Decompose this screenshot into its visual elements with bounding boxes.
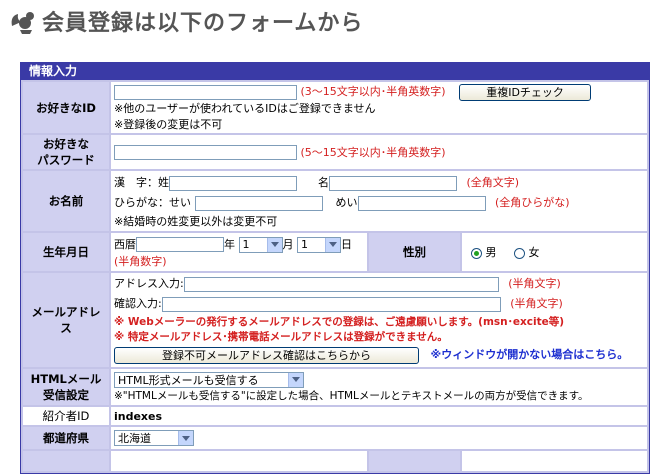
id-hint: (3～15文字以内･半角英数字) [300,85,446,98]
id-note-1: ※他のユーザーが使われているIDはご登録できません [114,102,376,115]
password-hint: (5～15文字以内･半角英数字) [300,145,446,159]
gender-female-radio[interactable] [514,247,525,259]
birthday-label: 生年月日 [23,233,109,271]
birth-year-input[interactable] [136,237,224,252]
name-note: ※結婚時の姓変更以外は変更不可 [114,215,278,228]
year-label: 年 [224,237,235,251]
email-confirm-hint: (半角文字) [510,297,563,310]
email-confirm-label: 確認入力: [114,297,162,310]
page-header: 会員登録は以下のフォームから [8,4,363,38]
kanji-mei-label: 名 [318,176,329,189]
birthday-cell: 西暦年 1月 1日 (半角数字) [111,233,367,271]
email-warning-2: ※ 特定メールアドレス･携帯電話メールアドレスは登録ができません。 [114,331,448,343]
chevron-down-icon [178,431,193,445]
id-input[interactable] [114,84,297,100]
referrer-label: 紹介者ID [23,407,109,425]
name-cell: 漢 字：姓 名 (全角文字) ひらがな：せい めい (全角ひらがな) ※結婚時の… [111,171,647,231]
html-mail-label-line1: HTMLメール [30,372,102,386]
next-row-label [23,451,109,471]
kanji-sei-label: 漢 字：姓 [114,176,169,189]
kanji-hint: (全角文字) [466,176,520,189]
next-row-cell-1 [111,451,367,471]
prefecture-value: 北海道 [118,432,151,445]
birth-day-select[interactable]: 1 [297,236,341,253]
chevron-down-icon [288,372,303,387]
email-row: メールアドレス アドレス入力: (半角文字) 確認入力: (半角文字) ※ We… [23,273,647,367]
registration-form: 情報入力 お好きなID (3～15文字以内･半角英数字) 重複IDチェック ※他… [20,62,650,474]
name-label: お名前 [23,171,109,231]
password-label: お好きな パスワード [23,135,109,169]
prefecture-row: 都道府県 北海道 [23,427,647,449]
prefecture-label: 都道府県 [23,427,109,449]
password-cell: (5～15文字以内･半角英数字) [111,135,647,169]
squirrel-icon [11,12,34,34]
referrer-value: indexes [111,407,647,425]
invalid-email-check-button[interactable]: 登録不可メールアドレス確認はこちらから [114,346,419,364]
id-row: お好きなID (3～15文字以内･半角英数字) 重複IDチェック ※他のユーザー… [23,82,647,133]
kana-sei-input[interactable] [194,195,323,211]
next-row-cell-2 [462,451,647,471]
email-input-label: アドレス入力: [114,277,184,290]
birthday-row: 生年月日 西暦年 1月 1日 (半角数字) 性別 男 女 [23,233,647,271]
html-mail-row: HTMLメール 受信設定 HTML形式メールも受信する ※"HTMLメールも受信… [23,369,647,405]
html-mail-select[interactable]: HTML形式メールも受信する [114,371,304,388]
kana-hint: (全角ひらがな) [495,196,570,209]
gender-cell: 男 女 [462,233,647,271]
html-mail-label: HTMLメール 受信設定 [23,369,109,405]
window-note-link[interactable]: ※ウィンドウが開かない場合はこちら。 [431,348,629,361]
next-row-label-2 [369,451,460,471]
form-table: お好きなID (3～15文字以内･半角英数字) 重複IDチェック ※他のユーザー… [21,80,649,473]
birth-month-select[interactable]: 1 [238,236,283,253]
gender-male-radio[interactable] [471,247,482,259]
referrer-row: 紹介者ID indexes [23,407,647,425]
kanji-mei-input[interactable] [329,175,457,191]
check-id-button[interactable]: 重複IDチェック [459,83,592,101]
email-hint: (半角文字) [508,277,561,290]
kana-mei-label: めい [335,196,358,209]
page-title: 会員登録は以下のフォームから [42,11,364,36]
prefecture-select[interactable]: 北海道 [114,430,194,446]
id-cell: (3～15文字以内･半角英数字) 重複IDチェック ※他のユーザーが使われている… [111,82,647,133]
era-label: 西暦 [114,237,136,251]
html-mail-value: HTML形式メールも受信する [118,373,259,387]
html-mail-note: ※"HTMLメールも受信する"に設定した場合、HTMLメールとテキストメールの両… [114,389,589,402]
name-row: お名前 漢 字：姓 名 (全角文字) ひらがな：せい めい (全角ひらがな) ※… [23,171,647,231]
gender-male-label: 男 [485,246,497,259]
kana-sei-label: ひらがな：せい [114,196,191,209]
html-mail-label-line2: 受信設定 [43,388,89,402]
email-confirm-input[interactable] [161,296,501,312]
birth-month-value: 1 [242,238,250,251]
kana-mei-input[interactable] [357,195,486,211]
password-label-line2: パスワード [37,153,95,167]
next-row [23,451,647,471]
chevron-down-icon [325,237,340,252]
birth-day-value: 1 [301,238,308,251]
chevron-down-icon [266,237,282,252]
kanji-sei-input[interactable] [169,175,297,191]
month-label: 月 [282,237,294,251]
id-label: お好きなID [23,82,109,133]
prefecture-cell: 北海道 [111,427,647,449]
password-row: お好きな パスワード (5～15文字以内･半角英数字) [23,135,647,169]
email-cell: アドレス入力: (半角文字) 確認入力: (半角文字) ※ Webメーラーの発行… [111,273,647,367]
gender-label: 性別 [369,233,460,271]
section-title: 情報入力 [21,63,649,80]
gender-female-label: 女 [528,246,540,259]
email-label: メールアドレス [23,273,109,367]
html-mail-cell: HTML形式メールも受信する ※"HTMLメールも受信する"に設定した場合、HT… [111,369,647,405]
password-input[interactable] [114,145,297,161]
id-note-2: ※登録後の変更は不可 [114,118,223,131]
day-label: 日 [341,237,352,251]
email-input[interactable] [183,276,499,292]
email-warning-1: ※ Webメーラーの発行するメールアドレスでの登録は、ご遠慮願いします。(msn… [114,316,565,328]
password-label-line1: お好きな [43,137,89,151]
birthday-hint: (半角数字) [114,254,167,268]
